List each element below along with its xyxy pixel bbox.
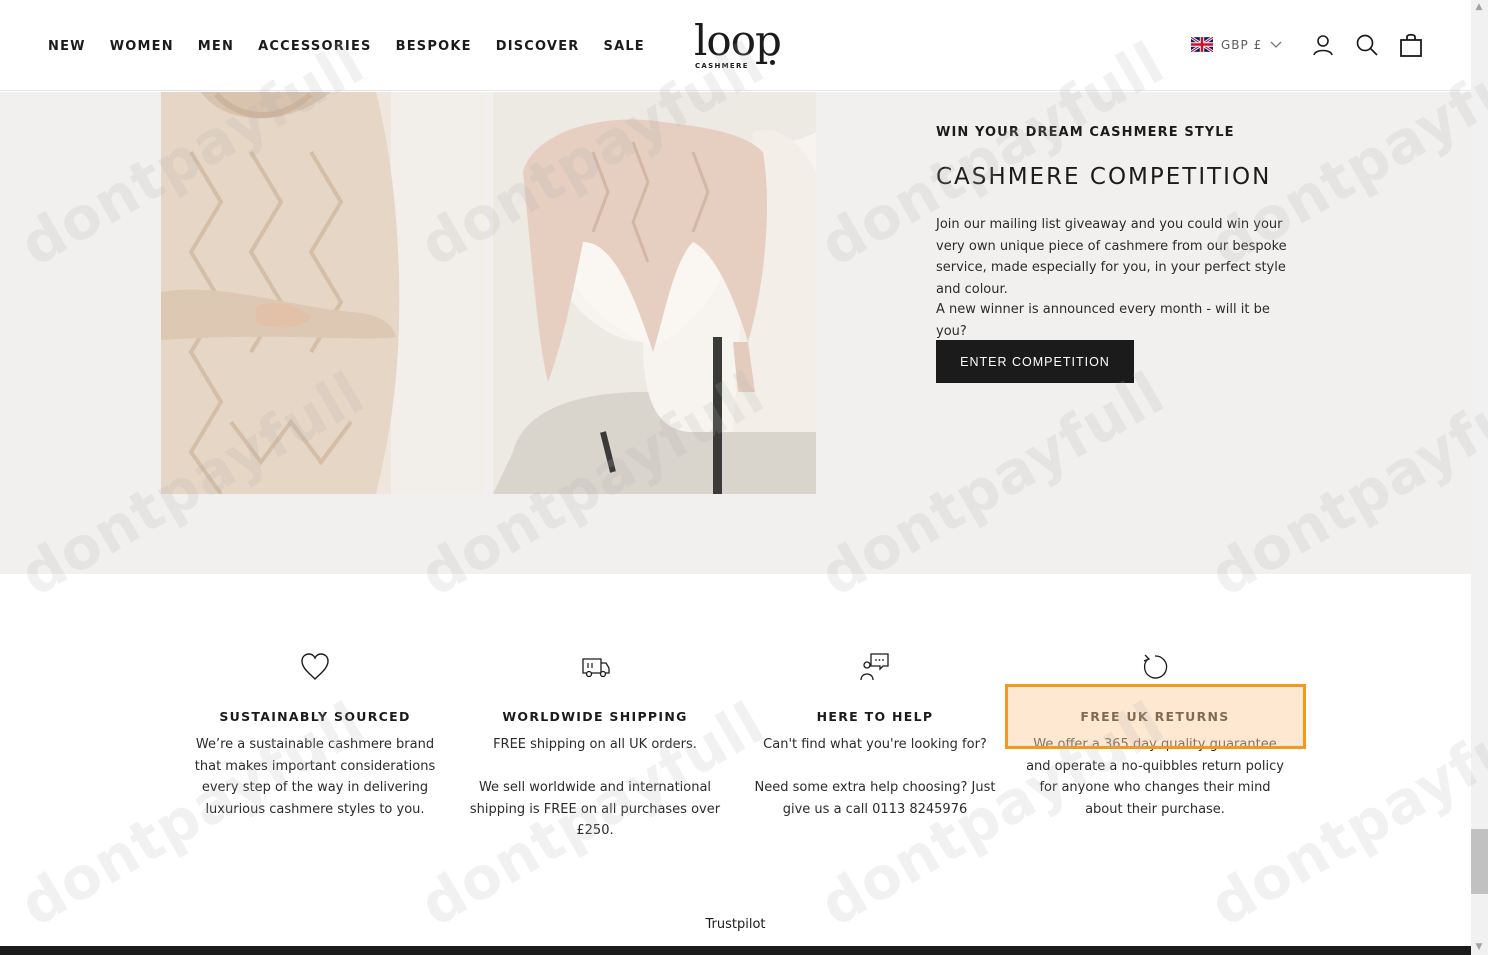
scrollbar-thumb[interactable] xyxy=(1471,829,1488,894)
nav-men[interactable]: MEN xyxy=(198,39,234,54)
feature-text: We’re a sustainable cashmere brand that … xyxy=(194,737,436,817)
bag-icon[interactable] xyxy=(1399,33,1423,57)
feature-title: HERE TO HELP xyxy=(816,709,934,724)
chat-icon xyxy=(860,653,889,681)
feature-text: FREE shipping on all UK orders. We sell … xyxy=(469,737,721,838)
feature-worldwide-shipping: WORLDWIDE SHIPPING FREE shipping on all … xyxy=(465,651,725,842)
feature-here-to-help: HERE TO HELP Can't find what you're look… xyxy=(745,651,1005,820)
return-icon xyxy=(1143,654,1168,679)
competition-kicker: WIN YOUR DREAM CASHMERE STYLE xyxy=(936,125,1235,140)
feature-title: SUSTAINABLY SOURCED xyxy=(219,709,411,724)
site-header: NEW WOMEN MEN ACCESSORIES BESPOKE DISCOV… xyxy=(0,0,1471,91)
currency-label: GBP £ xyxy=(1221,37,1263,52)
logo-sub: CASHMERE xyxy=(695,62,749,70)
logo-dot xyxy=(770,60,775,65)
feature-sustainably-sourced: SUSTAINABLY SOURCED We’re a sustainable … xyxy=(185,651,445,820)
scroll-up-arrow[interactable]: ▲ xyxy=(1474,2,1484,12)
footer-bar xyxy=(0,946,1471,955)
feature-title: WORLDWIDE SHIPPING xyxy=(502,709,688,724)
account-icon[interactable] xyxy=(1312,34,1334,56)
competition-description: Join our mailing list giveaway and you c… xyxy=(936,217,1287,297)
main-nav: NEW WOMEN MEN ACCESSORIES BESPOKE DISCOV… xyxy=(48,39,669,54)
cable-knit-sweater-image xyxy=(161,92,484,494)
nav-discover[interactable]: DISCOVER xyxy=(496,39,580,54)
heart-icon xyxy=(301,653,329,680)
competition-winner-note: A new winner is announced every month - … xyxy=(936,302,1270,339)
cashmere-throw-on-chair-image xyxy=(493,92,816,494)
enter-competition-button[interactable]: ENTER COMPETITION xyxy=(936,340,1134,383)
scrollbar-track[interactable] xyxy=(1471,0,1488,955)
feature-text: Can't find what you're looking for? Need… xyxy=(754,737,996,817)
search-icon[interactable] xyxy=(1356,34,1378,56)
nav-accessories[interactable]: ACCESSORIES xyxy=(258,39,372,54)
logo-word: loop xyxy=(694,16,782,65)
trustpilot-widget[interactable]: Trustpilot xyxy=(0,917,1471,932)
competition-section: WIN YOUR DREAM CASHMERE STYLE CASHMERE C… xyxy=(0,92,1471,574)
nav-sale[interactable]: SALE xyxy=(604,39,645,54)
competition-title: CASHMERE COMPETITION xyxy=(936,164,1272,190)
highlight-box xyxy=(1005,684,1306,749)
currency-selector[interactable]: GBP £ xyxy=(1191,37,1282,52)
uk-flag-icon xyxy=(1191,37,1213,52)
nav-new[interactable]: NEW xyxy=(48,39,86,54)
nav-bespoke[interactable]: BESPOKE xyxy=(396,39,472,54)
scroll-down-arrow[interactable]: ▼ xyxy=(1474,942,1484,952)
truck-icon xyxy=(582,658,610,678)
nav-women[interactable]: WOMEN xyxy=(110,39,174,54)
logo[interactable]: loop CASHMERE xyxy=(694,20,784,72)
chevron-down-icon xyxy=(1270,41,1282,48)
